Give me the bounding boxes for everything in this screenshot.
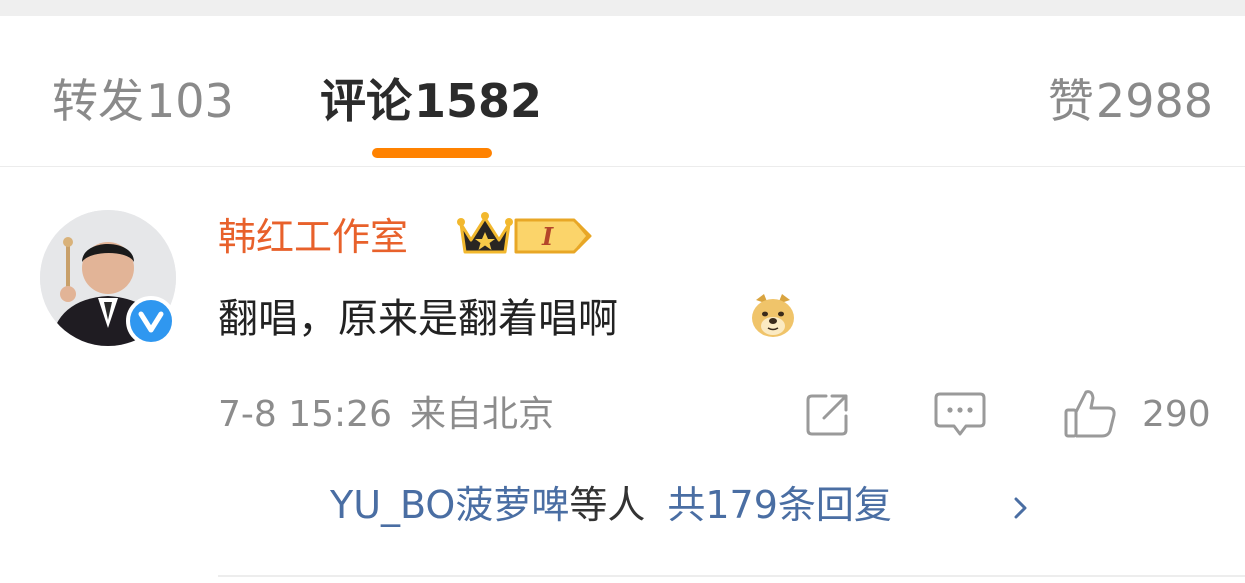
like-count[interactable]: 290 bbox=[1142, 393, 1211, 436]
chevron-right-icon bbox=[1010, 490, 1032, 536]
comment-icon[interactable] bbox=[932, 388, 988, 444]
tab-comments[interactable]: 评论1582 bbox=[320, 78, 542, 124]
comment-text: 翻唱，原来是翻着唱啊 bbox=[218, 296, 618, 342]
comment-divider bbox=[218, 575, 1245, 577]
top-strip bbox=[0, 0, 1245, 16]
comment-date: 7-8 15:26 bbox=[218, 394, 392, 435]
tab-likes-count: 2988 bbox=[1095, 74, 1213, 128]
tab-likes[interactable]: 赞2988 bbox=[1048, 78, 1213, 124]
tab-comments-count: 1582 bbox=[414, 74, 543, 128]
tab-repost-count: 103 bbox=[146, 74, 234, 128]
tab-likes-label: 赞 bbox=[1047, 74, 1094, 128]
tab-bar: 转发103 评论1582 赞2988 bbox=[0, 16, 1245, 166]
comment-username[interactable]: 韩红工作室 bbox=[218, 215, 408, 261]
comment-location: 来自北京 bbox=[410, 394, 555, 435]
level-badge: I bbox=[512, 214, 594, 262]
share-icon[interactable] bbox=[802, 388, 854, 444]
level-badge-text: I bbox=[541, 222, 554, 251]
tab-repost[interactable]: 转发103 bbox=[52, 78, 234, 124]
doge-icon bbox=[748, 290, 798, 344]
tab-repost-label: 转发 bbox=[52, 74, 144, 128]
verified-badge-icon bbox=[126, 296, 176, 346]
reply-others-label: 等人 bbox=[569, 483, 646, 527]
tabs-divider bbox=[0, 166, 1245, 167]
active-tab-indicator bbox=[372, 148, 492, 158]
comment-meta: 7-8 15:26 来自北京 bbox=[218, 393, 554, 436]
reply-total-label[interactable]: 共179条回复 bbox=[667, 483, 892, 527]
crown-icon bbox=[455, 210, 515, 262]
replies-summary[interactable]: YU_BO菠萝啤等人 共179条回复 bbox=[330, 483, 1027, 529]
tab-comments-label: 评论 bbox=[320, 74, 412, 128]
reply-username[interactable]: YU_BO菠萝啤 bbox=[330, 483, 569, 527]
like-icon[interactable] bbox=[1062, 386, 1120, 446]
